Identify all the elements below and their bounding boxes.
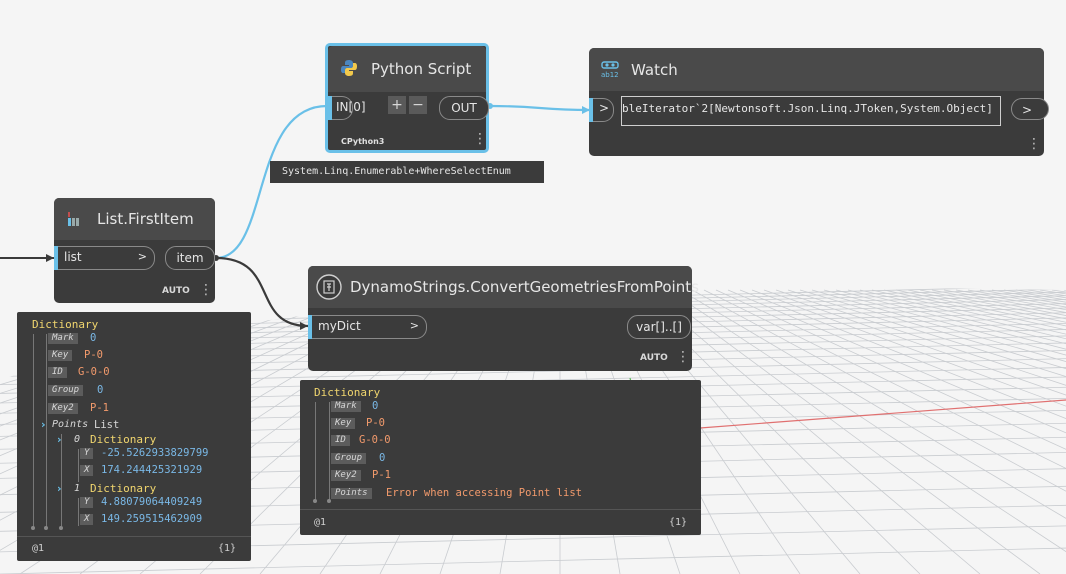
preview-right-title: Dictionary: [314, 386, 381, 399]
entry-key: ID: [48, 367, 67, 378]
firstitem-node[interactable]: List.FirstItem list > item AUTO ⋮: [54, 198, 215, 303]
wire-arrow: [46, 254, 54, 262]
convert-output-port[interactable]: var[]..[]: [627, 315, 691, 339]
tree-guide: [61, 434, 62, 526]
watch-node-menu-icon[interactable]: ⋮: [1027, 137, 1041, 151]
tree-guide: [78, 498, 79, 526]
wire-python-to-watch: [489, 104, 591, 112]
entry-key: Mark: [331, 401, 361, 412]
list-icon: [66, 210, 84, 228]
preview-left-title: Dictionary: [32, 318, 99, 331]
preview-divider: [17, 536, 251, 537]
watch-input-port[interactable]: >: [589, 98, 614, 122]
tree-guide: [315, 402, 316, 500]
watch-output-port[interactable]: >: [1011, 98, 1049, 120]
entry-value: G-0-0: [359, 434, 391, 446]
watch-node[interactable]: ab12 Watch > bleIterator`2[Newtonsoft.Js…: [589, 48, 1049, 156]
convert-node[interactable]: DynamoStrings.ConvertGeometriesFromPoint…: [308, 266, 699, 371]
convert-node-menu-icon[interactable]: ⋮: [676, 350, 690, 364]
convert-input-port[interactable]: myDict >: [308, 315, 427, 339]
entry-key: Key2: [48, 403, 78, 414]
entry-key: Mark: [48, 333, 78, 344]
entry-key: Group: [331, 453, 367, 464]
preview-level: @1: [32, 543, 45, 554]
firstitem-lacing-label[interactable]: AUTO: [162, 286, 190, 296]
remove-input-button[interactable]: −: [409, 96, 427, 114]
item-index: 0: [74, 434, 81, 445]
watch-value-display: bleIterator`2[Newtonsoft.Json.Linq.JToke…: [621, 96, 1001, 126]
python-node-header[interactable]: Python Script: [328, 46, 486, 92]
firstitem-node-menu-icon[interactable]: ⋮: [199, 283, 213, 297]
entry-value: P-1: [90, 402, 109, 414]
preview-divider: [300, 509, 701, 510]
entry-value: 0: [90, 332, 97, 344]
entry-key: X: [80, 514, 94, 525]
entry-value: P-0: [84, 349, 103, 361]
entry-key: Y: [80, 448, 94, 459]
entry-key: Group: [48, 385, 84, 396]
entry-value: P-0: [366, 417, 385, 429]
firstitem-output-port[interactable]: item: [165, 246, 215, 270]
watch-node-title: Watch: [631, 60, 678, 79]
entry-key: Key: [48, 350, 73, 361]
entry-key: Key2: [331, 470, 361, 481]
entry-value: 174.244425321929: [101, 464, 203, 476]
python-output-preview: System.Linq.Enumerable+WhereSelectEnum: [270, 161, 544, 183]
item-type: Dictionary: [90, 482, 157, 495]
entry-key: Key: [331, 418, 356, 429]
tree-guide: [329, 402, 330, 500]
entry-key: X: [80, 465, 94, 476]
python-output-port[interactable]: OUT: [439, 96, 489, 120]
python-script-node[interactable]: Python Script IN[0] + − OUT CPython3 ⋮: [325, 43, 489, 153]
python-icon: [340, 59, 358, 77]
convert-node-header[interactable]: DynamoStrings.ConvertGeometriesFromPoint…: [308, 266, 699, 308]
entry-key: Y: [80, 497, 94, 508]
custom-node-icon: [315, 273, 343, 301]
watch-icon: ab12: [600, 59, 620, 79]
item-type: Dictionary: [90, 433, 157, 446]
convert-node-title: DynamoStrings.ConvertGeometriesFromPoint…: [350, 278, 699, 296]
python-input-port[interactable]: IN[0]: [328, 96, 366, 120]
item-index: 1: [74, 483, 81, 494]
preview-level: @1: [314, 517, 327, 528]
wire-arrow: [300, 322, 308, 330]
entry-value: 0: [379, 452, 386, 464]
points-key: Points: [52, 419, 89, 430]
entry-value: 0: [372, 400, 379, 412]
tree-guide: [78, 449, 79, 482]
watch-node-header[interactable]: ab12 Watch: [589, 48, 1044, 91]
firstitem-node-title: List.FirstItem: [97, 210, 194, 228]
entry-value: -25.5262933829799: [101, 447, 209, 459]
python-node-title: Python Script: [371, 60, 472, 78]
entry-value: P-1: [372, 469, 391, 481]
points-type: List: [94, 419, 120, 431]
entry-value: 0: [97, 384, 104, 396]
entry-value: 149.259515462909: [101, 513, 203, 525]
item-expand-icon[interactable]: ›: [57, 482, 62, 495]
entry-error-value: Error when accessing Point list: [386, 487, 582, 499]
item-expand-icon[interactable]: ›: [57, 433, 62, 446]
tree-guide: [46, 334, 47, 527]
python-node-menu-icon[interactable]: ⋮: [473, 132, 487, 146]
convert-lacing-label[interactable]: AUTO: [640, 353, 668, 363]
firstitem-input-port[interactable]: list >: [54, 246, 155, 270]
firstitem-node-header[interactable]: List.FirstItem: [54, 198, 215, 240]
svg-text:ab12: ab12: [601, 71, 619, 79]
entry-key: Points: [331, 488, 372, 499]
python-engine-label[interactable]: CPython3: [341, 137, 384, 146]
add-input-button[interactable]: +: [388, 96, 406, 114]
preview-count: {1}: [218, 543, 237, 554]
tree-guide: [33, 334, 34, 527]
entry-key: ID: [331, 435, 350, 446]
firstitem-preview-bubble[interactable]: Dictionary Mark 0 Key P-0 ID G-0-0 Group…: [17, 312, 251, 561]
entry-value: 4.88079064409249: [101, 496, 203, 508]
preview-count: {1}: [669, 517, 688, 528]
convert-preview-bubble[interactable]: Dictionary Mark 0 Key P-0 ID G-0-0 Group…: [300, 380, 701, 535]
points-expand-icon[interactable]: ›: [41, 418, 46, 431]
entry-value: G-0-0: [78, 366, 110, 378]
